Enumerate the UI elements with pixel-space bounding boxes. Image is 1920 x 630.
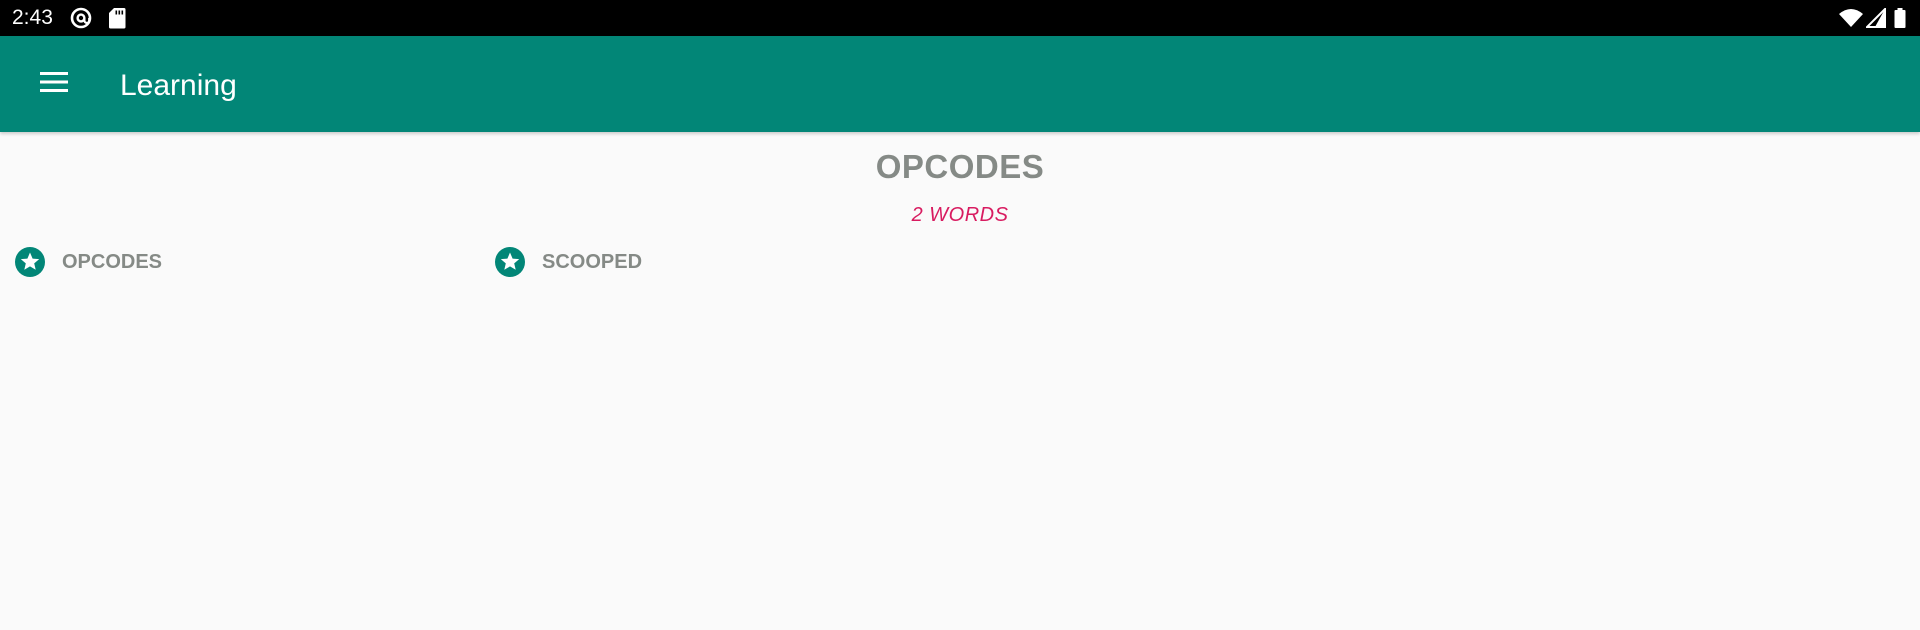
at-sign-icon (68, 7, 94, 34)
word-item-scooped[interactable]: SCOOPED (494, 242, 642, 282)
main-content: OPCODES 2 WORDS OPCODES SCOOPED (0, 132, 1920, 630)
star-badge-icon (14, 246, 46, 278)
status-time: 2:43 (12, 6, 53, 29)
app-title: Learning (120, 69, 237, 102)
sd-card-icon (108, 7, 126, 34)
hamburger-menu-icon (39, 71, 69, 98)
app-bar: Learning (0, 36, 1920, 132)
hamburger-menu-button[interactable] (28, 64, 80, 104)
battery-icon (1894, 8, 1906, 33)
star-badge-icon (494, 246, 526, 278)
word-item-opcodes[interactable]: OPCODES (14, 242, 162, 282)
word-label: SCOOPED (542, 250, 643, 273)
section-title: OPCODES (875, 148, 1045, 185)
word-label: OPCODES (62, 250, 163, 273)
word-count: 2 WORDS (911, 204, 1009, 226)
wifi-icon (1838, 8, 1864, 33)
status-bar: 2:43 (0, 0, 1920, 36)
cell-signal-icon (1864, 6, 1886, 33)
